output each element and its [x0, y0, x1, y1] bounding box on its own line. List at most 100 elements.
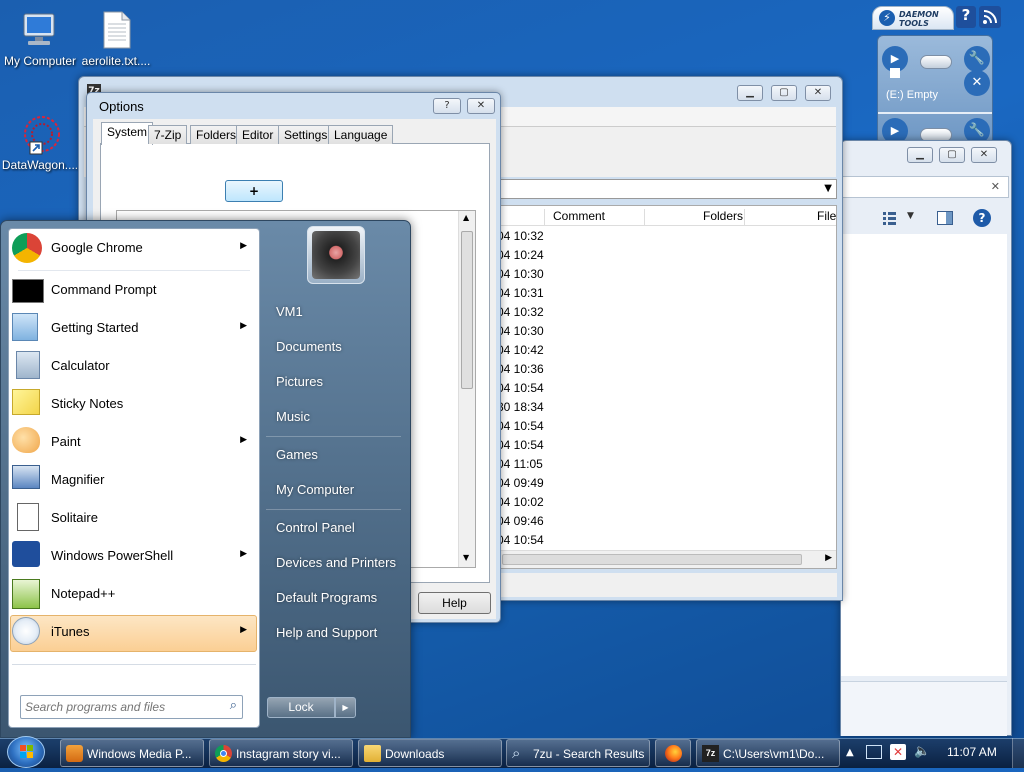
desktop-icon-my-computer[interactable]: My Computer: [0, 10, 80, 68]
shutdown-options-button[interactable]: ▶: [335, 697, 356, 718]
horizontal-scrollbar[interactable]: ▶: [498, 550, 836, 568]
chevron-down-icon[interactable]: ▼: [824, 183, 832, 194]
notepad-plus-plus-icon: [12, 579, 40, 609]
help-icon[interactable]: ?: [973, 209, 991, 227]
scroll-down-arrow[interactable]: ▼: [463, 553, 469, 562]
search-box[interactable]: ✕: [841, 176, 1009, 198]
start-search-box[interactable]: ⌕: [20, 695, 243, 719]
action-center-flag-icon[interactable]: ✕: [890, 744, 906, 760]
preview-pane-icon[interactable]: [937, 211, 953, 225]
tab-system[interactable]: System: [101, 122, 154, 145]
scrollbar-thumb[interactable]: [461, 231, 473, 389]
network-icon[interactable]: [866, 745, 882, 759]
wrench-icon[interactable]: 🔧: [964, 46, 990, 72]
scrollbar-thumb[interactable]: [502, 554, 802, 565]
start-program-notepad[interactable]: Notepad++: [12, 576, 257, 612]
start-right-default-programs[interactable]: Default Programs: [276, 590, 377, 605]
lock-button[interactable]: Lock: [267, 697, 335, 718]
start-program-command-prompt[interactable]: Command Prompt: [12, 272, 257, 308]
help-button-label: Help: [442, 596, 467, 610]
submenu-arrow-icon[interactable]: ▶: [240, 240, 247, 251]
right-separator: [266, 509, 401, 510]
start-right-pictures[interactable]: Pictures: [276, 374, 323, 389]
unmount-icon[interactable]: ✕: [964, 70, 990, 96]
taskbar-item-downloads[interactable]: Downloads: [358, 739, 502, 767]
show-hidden-icons-arrow[interactable]: ▲: [846, 747, 854, 758]
start-right-my-computer[interactable]: My Computer: [276, 482, 354, 497]
search-icon: ⌕: [512, 745, 521, 762]
close-button[interactable]: ✕: [971, 147, 997, 163]
add-association-button[interactable]: +: [225, 180, 283, 202]
taskbar-item-7zip[interactable]: 7z C:\Users\vm1\Do...: [696, 739, 840, 767]
start-button[interactable]: [7, 736, 45, 768]
start-search-input[interactable]: [25, 698, 215, 716]
view-options-icon[interactable]: [881, 208, 903, 228]
tab-settings[interactable]: Settings: [278, 125, 334, 144]
taskbar-label: 7zu - Search Results: [533, 747, 645, 761]
tab-7zip[interactable]: 7-Zip: [148, 125, 188, 144]
minimize-button[interactable]: ▁: [737, 85, 763, 101]
user-avatar[interactable]: [307, 226, 365, 284]
column-comment[interactable]: Comment: [544, 209, 644, 225]
start-right-documents[interactable]: Documents: [276, 339, 342, 354]
help-button[interactable]: Help: [418, 592, 491, 614]
stop-icon[interactable]: [890, 68, 900, 78]
start-program-paint[interactable]: Paint ▶: [12, 424, 257, 460]
tab-folders[interactable]: Folders: [190, 125, 243, 144]
close-button[interactable]: ✕: [467, 98, 495, 114]
view-dropdown-arrow[interactable]: ▼: [907, 211, 914, 221]
taskbar-item-search-results[interactable]: ⌕ 7zu - Search Results: [506, 739, 650, 767]
file-list[interactable]: Comment Folders File ▶: [497, 205, 837, 569]
file-modified-time: 04 10:42: [497, 343, 544, 357]
taskbar-item-chrome[interactable]: Instagram story vi...: [209, 739, 353, 767]
maximize-button[interactable]: ▢: [939, 147, 965, 163]
start-program-windows-powershell[interactable]: Windows PowerShell ▶: [12, 538, 257, 574]
submenu-arrow-icon[interactable]: ▶: [240, 320, 247, 331]
submenu-arrow-icon[interactable]: ▶: [240, 434, 247, 445]
start-right-control-panel[interactable]: Control Panel: [276, 520, 355, 535]
start-right-music[interactable]: Music: [276, 409, 310, 424]
start-right-devices-printers[interactable]: Devices and Printers: [276, 555, 396, 570]
desktop-icon-aerolite[interactable]: aerolite.txt....: [76, 10, 156, 68]
tab-label: Settings: [284, 128, 328, 142]
daemon-help-button[interactable]: ?: [956, 6, 976, 28]
start-program-getting-started[interactable]: Getting Started ▶: [12, 310, 257, 346]
maximize-button[interactable]: ▢: [771, 85, 797, 101]
start-program-label: Calculator: [51, 358, 110, 373]
file-modified-time: 04 10:54: [497, 381, 544, 395]
search-icon[interactable]: ⌕: [230, 698, 237, 713]
submenu-arrow-icon[interactable]: ▶: [240, 624, 247, 635]
start-program-solitaire[interactable]: Solitaire: [12, 500, 257, 536]
column-file[interactable]: File: [744, 209, 836, 225]
start-program-calculator[interactable]: Calculator: [12, 348, 257, 384]
column-folders[interactable]: Folders: [644, 209, 744, 225]
clear-search-icon[interactable]: ✕: [991, 180, 1000, 193]
scroll-right-arrow[interactable]: ▶: [825, 553, 832, 563]
volume-icon[interactable]: 🔈: [914, 744, 930, 759]
rss-icon[interactable]: [979, 6, 1001, 28]
start-program-itunes[interactable]: iTunes ▶: [12, 614, 257, 650]
start-right-games[interactable]: Games: [276, 447, 318, 462]
start-program-sticky-notes[interactable]: Sticky Notes: [12, 386, 257, 422]
tab-label: System: [107, 125, 148, 139]
start-right-vm1[interactable]: VM1: [276, 304, 303, 319]
dialog-title: Options: [99, 99, 144, 114]
start-program-google-chrome[interactable]: Google Chrome ▶: [12, 230, 257, 266]
context-help-button[interactable]: ?: [433, 98, 461, 114]
clock[interactable]: 11:07 AM: [947, 745, 997, 759]
tab-language[interactable]: Language: [328, 125, 394, 144]
desktop-icon-datawagon[interactable]: DataWagon....: [0, 114, 80, 172]
taskbar-item-firefox[interactable]: [655, 739, 691, 767]
start-program-magnifier[interactable]: Magnifier: [12, 462, 257, 498]
scroll-up-arrow[interactable]: ▲: [463, 213, 469, 222]
start-right-help-support[interactable]: Help and Support: [276, 625, 377, 640]
address-bar[interactable]: ▼: [497, 179, 837, 199]
minimize-button[interactable]: ▁: [907, 147, 933, 163]
close-button[interactable]: ✕: [805, 85, 831, 101]
vertical-scrollbar[interactable]: ▲ ▼: [458, 211, 475, 567]
tab-editor[interactable]: Editor: [236, 125, 280, 144]
submenu-arrow-icon[interactable]: ▶: [240, 548, 247, 559]
taskbar-item-media-player[interactable]: Windows Media P...: [60, 739, 204, 767]
show-desktop-button[interactable]: [1012, 738, 1024, 768]
windows-logo-icon: [20, 745, 33, 758]
